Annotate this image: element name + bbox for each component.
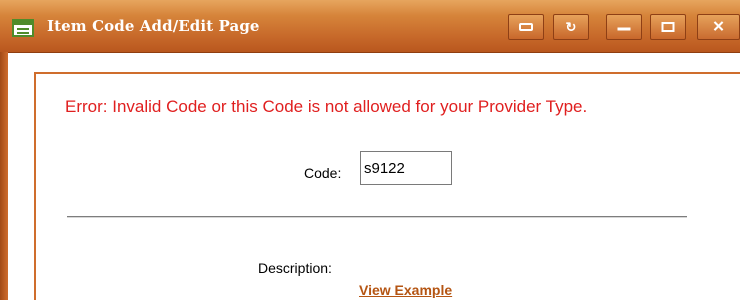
section-divider xyxy=(67,216,687,218)
code-input[interactable] xyxy=(360,151,452,185)
window-title: Item Code Add/Edit Page xyxy=(47,17,260,35)
refresh-button[interactable]: ↻ xyxy=(553,14,589,40)
maximize-icon xyxy=(661,22,675,32)
maximize-button[interactable] xyxy=(650,14,686,40)
refresh-icon: ↻ xyxy=(565,19,577,35)
close-icon: ✕ xyxy=(712,18,725,36)
close-button[interactable]: ✕ xyxy=(697,14,740,40)
pin-icon xyxy=(519,23,533,31)
minimize-icon xyxy=(617,24,631,31)
window-left-border xyxy=(0,52,8,300)
pin-button[interactable] xyxy=(508,14,544,40)
minimize-button[interactable] xyxy=(606,14,642,40)
error-message: Error: Invalid Code or this Code is not … xyxy=(65,97,588,116)
code-label: Code: xyxy=(304,165,342,181)
view-example-link[interactable]: View Example xyxy=(359,282,452,298)
item-code-window: Item Code Add/Edit Page ↻ ✕ Error: Inval… xyxy=(0,0,740,300)
window-app-icon xyxy=(12,19,34,37)
description-label: Description: xyxy=(258,260,332,276)
window-titlebar[interactable]: Item Code Add/Edit Page ↻ ✕ xyxy=(0,0,740,53)
